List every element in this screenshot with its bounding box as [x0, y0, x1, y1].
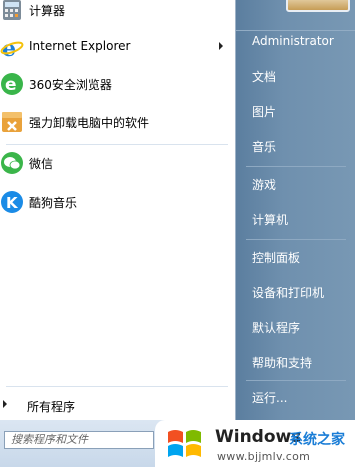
watermark-tagline: 系统之家: [289, 432, 345, 448]
program-item-uninstaller[interactable]: 强力卸载电脑中的软件: [0, 104, 235, 140]
menu-item-pictures[interactable]: 图片: [252, 103, 276, 120]
user-avatar[interactable]: [286, 0, 350, 12]
program-item-internet-explorer[interactable]: e Internet Explorer: [0, 29, 235, 65]
search-input[interactable]: 搜索程序和文件: [4, 431, 154, 449]
submenu-arrow-icon[interactable]: [219, 42, 223, 50]
program-item-kugou[interactable]: K 酷狗音乐: [0, 184, 235, 220]
panel-divider: [236, 30, 355, 31]
program-label: 计算器: [29, 4, 66, 18]
menu-item-default-programs[interactable]: 默认程序: [252, 319, 300, 336]
windows-logo-icon: [168, 430, 201, 457]
wechat-icon: [1, 152, 23, 174]
menu-item-devices-printers[interactable]: 设备和打印机: [252, 284, 324, 301]
watermark-logo: Windows 系统之家 www.bjjmlv.com: [155, 420, 355, 467]
program-label: Internet Explorer: [29, 39, 131, 53]
kugou-icon: K: [1, 191, 23, 213]
all-programs-label: 所有程序: [27, 400, 76, 414]
menu-item-games[interactable]: 游戏: [252, 176, 276, 193]
program-label: 酷狗音乐: [29, 196, 78, 210]
menu-item-run[interactable]: 运行...: [252, 389, 287, 406]
menu-item-help-support[interactable]: 帮助和支持: [252, 354, 312, 371]
program-label: 360安全浏览器: [29, 78, 112, 92]
arrow-right-icon: [3, 400, 7, 408]
uninstall-box-icon: [2, 112, 22, 132]
all-programs-divider: [6, 386, 228, 387]
program-list-panel: 计算器 e Internet Explorer e 360安全浏览器 强力卸载电…: [0, 0, 236, 420]
svg-text:e: e: [5, 75, 17, 95]
menu-item-documents[interactable]: 文档: [252, 68, 276, 85]
ie-icon: e: [0, 36, 24, 59]
program-label: 强力卸载电脑中的软件: [29, 116, 150, 130]
search-placeholder: 搜索程序和文件: [11, 433, 88, 446]
menu-item-music[interactable]: 音乐: [252, 138, 276, 155]
program-label: 微信: [29, 157, 54, 171]
right-menu-panel: Administrator 文档 图片 音乐 游戏 计算机 控制面板 设备和打印…: [236, 0, 355, 420]
menu-item-control-panel[interactable]: 控制面板: [252, 249, 300, 266]
all-programs-button[interactable]: 所有程序: [0, 392, 235, 416]
svg-text:K: K: [6, 194, 19, 212]
calculator-icon: [3, 0, 21, 20]
program-item-wechat[interactable]: 微信: [0, 145, 235, 181]
menu-item-computer[interactable]: 计算机: [252, 211, 288, 228]
user-name-link[interactable]: Administrator: [252, 34, 334, 48]
right-menu-divider: [246, 239, 346, 240]
program-item-calculator[interactable]: 计算器: [0, 0, 235, 28]
right-menu-divider: [246, 380, 346, 381]
right-menu-divider: [246, 166, 346, 167]
watermark-url: www.bjjmlv.com: [217, 450, 311, 463]
program-item-360-browser[interactable]: e 360安全浏览器: [0, 66, 235, 102]
browser-360-icon: e: [1, 73, 23, 95]
